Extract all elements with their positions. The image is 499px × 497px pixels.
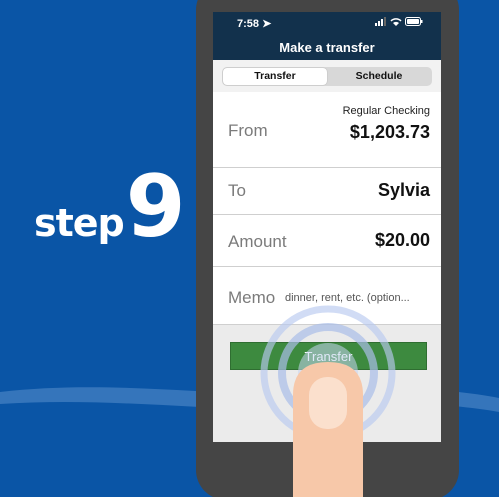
step-number: 9 <box>125 157 186 257</box>
tutorial-graphic: step 9 7:58 ➤ Make a transfer Transfer S… <box>0 0 499 497</box>
to-row[interactable]: To Sylvia <box>213 168 441 215</box>
status-time: 7:58 ➤ <box>237 17 272 30</box>
segmented-control: Transfer Schedule <box>222 66 432 86</box>
tab-transfer[interactable]: Transfer <box>223 67 327 85</box>
cellular-signal-icon <box>375 17 387 29</box>
battery-icon <box>405 17 423 29</box>
to-label: To <box>228 181 246 200</box>
tab-schedule[interactable]: Schedule <box>327 68 431 85</box>
from-row[interactable]: From Regular Checking $1,203.73 <box>213 92 441 168</box>
status-bar: 7:58 ➤ <box>213 12 441 34</box>
to-value: Sylvia <box>377 180 430 200</box>
nav-title: Make a transfer <box>213 34 441 60</box>
memo-label: Memo <box>228 288 276 307</box>
memo-input[interactable]: dinner, rent, etc. (option... <box>285 292 410 304</box>
wifi-icon <box>390 17 402 29</box>
amount-row[interactable]: Amount $20.00 <box>213 215 441 267</box>
memo-row[interactable]: Memo dinner, rent, etc. (option... <box>213 267 441 325</box>
phone-screen: 7:58 ➤ Make a transfer Transfer Schedule <box>213 12 441 442</box>
step-heading: step 9 <box>34 164 186 250</box>
from-label: From <box>228 121 268 140</box>
from-balance: $1,203.73 <box>349 122 430 142</box>
step-word: step <box>34 201 125 245</box>
amount-value: $20.00 <box>374 230 430 250</box>
transfer-button[interactable]: Transfer <box>230 342 427 370</box>
from-account-name: Regular Checking <box>342 105 430 117</box>
location-arrow-icon: ➤ <box>262 17 272 30</box>
amount-label: Amount <box>228 232 287 251</box>
segment-bar: Transfer Schedule <box>213 60 441 92</box>
